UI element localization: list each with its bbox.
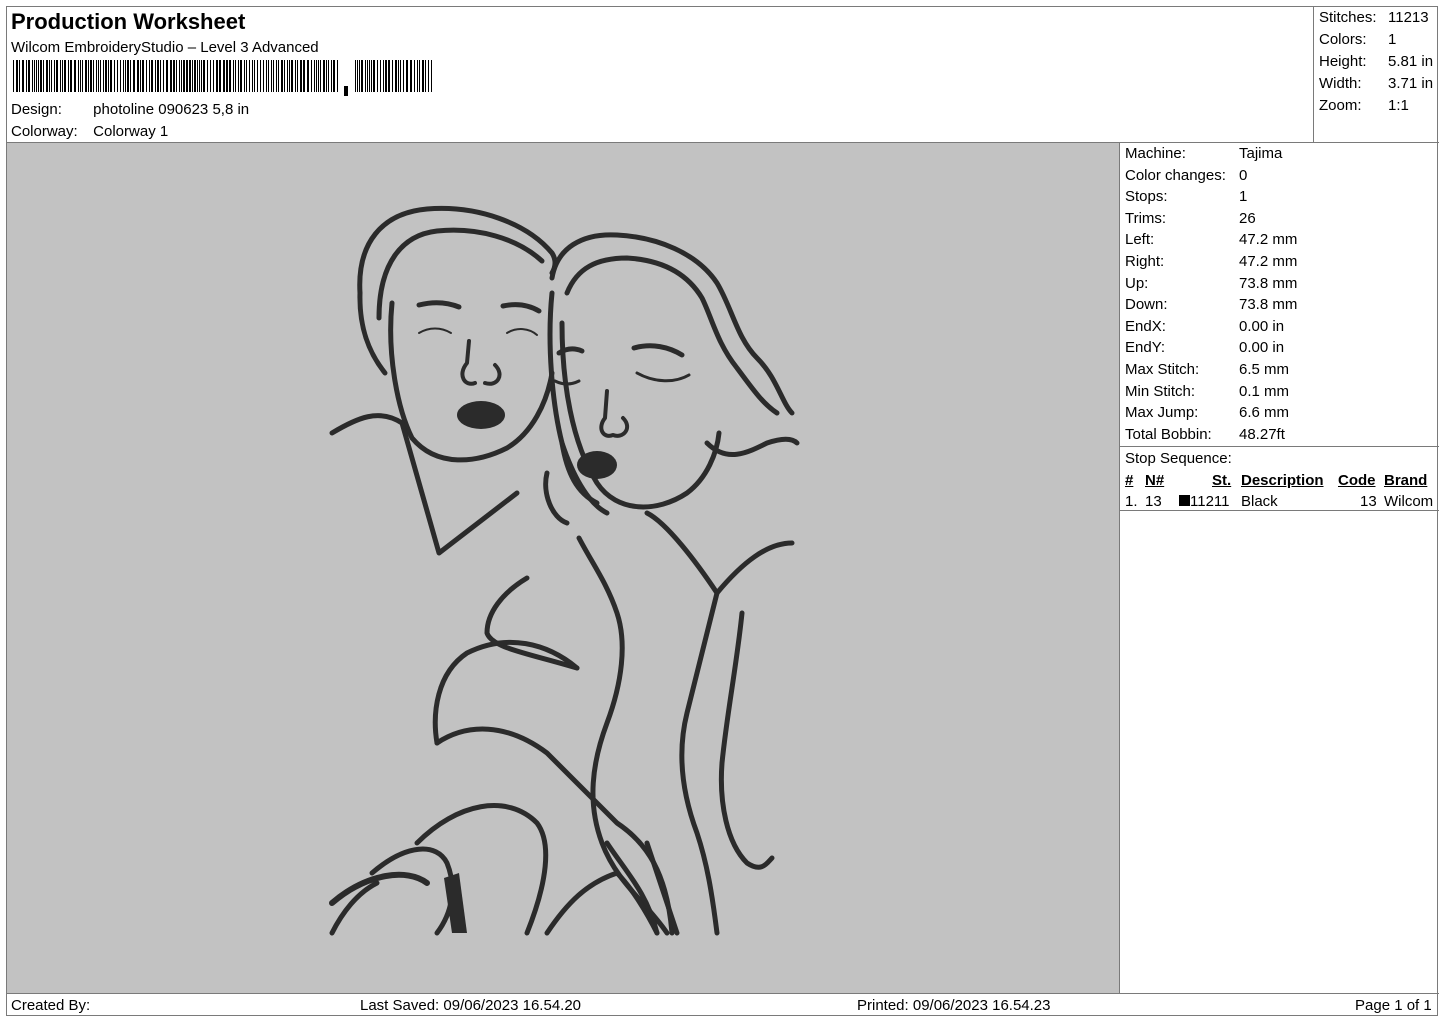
right-brow-l xyxy=(556,346,585,356)
created-by: Created By: xyxy=(11,997,91,1014)
page-title: Production Worksheet xyxy=(11,9,246,34)
worksheet-footer: Created By: Last Saved: 09/06/2023 16.54… xyxy=(7,993,1439,1017)
col-header-n: N# xyxy=(1145,472,1165,489)
summary-row: Zoom: 1:1 xyxy=(1319,97,1409,114)
colorway-value: Colorway 1 xyxy=(93,123,169,140)
left-face-outline xyxy=(388,300,555,463)
colorway-label: Colorway: xyxy=(11,123,78,140)
colorway-row: Colorway: Colorway 1 xyxy=(11,123,168,140)
row-num: 1. xyxy=(1125,493,1138,510)
row-stitches: 11211 xyxy=(1190,493,1230,510)
info-row-down: Down: 73.8 mm xyxy=(1125,296,1298,314)
left-body xyxy=(432,639,580,746)
left-brow-l xyxy=(416,300,462,310)
info-row-max-stitch: Max Stitch: 6.5 mm xyxy=(1125,361,1290,378)
machine-info-list: Machine: Tajima Color changes: 0 Stops: 1 T… xyxy=(1120,143,1439,447)
right-shoulder xyxy=(644,510,795,596)
summary-row: Stitches: 11213 xyxy=(1319,9,1429,26)
info-row-color-changes: Color changes: 0 xyxy=(1125,166,1248,184)
info-row-total-bobbin: Total Bobbin: 48.27ft xyxy=(1125,425,1285,443)
right-face-outline xyxy=(559,320,722,510)
left-arm-sleeve xyxy=(414,803,549,936)
design-preview xyxy=(7,143,1120,993)
summary-row: Colors: 1 xyxy=(1319,31,1397,48)
worksheet-header: Production Worksheet Wilcom EmbroiderySt… xyxy=(7,7,1314,143)
design-value: photoline 090623 5,8 in xyxy=(93,101,250,118)
left-arm-top xyxy=(484,575,580,671)
design-label: Design: xyxy=(11,101,62,118)
left-nose xyxy=(460,339,502,386)
right-eye-r xyxy=(635,371,691,383)
right-nose xyxy=(599,389,630,438)
production-worksheet: Production Worksheet Wilcom EmbroiderySt… xyxy=(6,6,1439,1017)
row-code: 13 xyxy=(1360,493,1377,510)
col-header-code: Code xyxy=(1338,472,1376,489)
left-hand-cuff xyxy=(329,871,430,906)
right-arm-inner xyxy=(718,610,775,870)
col-header-st: St. xyxy=(1212,472,1232,489)
right-hair-side xyxy=(547,290,610,516)
software-name: Wilcom EmbroideryStudio – Level 3 Advanc… xyxy=(11,39,319,56)
right-body-back xyxy=(576,535,670,936)
left-eye-r xyxy=(506,328,538,336)
left-cuff-block xyxy=(444,873,467,933)
right-lips xyxy=(577,451,617,479)
info-row-right: Right: 47.2 mm xyxy=(1125,253,1298,270)
stop-sequence-table: Stop Sequence: # N# St. Description Code… xyxy=(1120,447,1439,511)
summary-row: Height: 5.81 in xyxy=(1319,53,1434,70)
bottom-curve xyxy=(544,870,660,936)
design-row: Design: photoline 090623 5,8 in xyxy=(11,101,249,118)
printed-date: Printed: 09/06/2023 16.54.23 xyxy=(857,997,1051,1014)
col-header-num: # xyxy=(1125,472,1134,489)
right-arm xyxy=(679,590,720,936)
right-hair-inner xyxy=(564,255,780,416)
row-brand: Wilcom xyxy=(1384,493,1434,510)
info-row-min-stitch: Min Stitch: 0.1 mm xyxy=(1125,382,1290,400)
right-brow-r xyxy=(631,343,685,358)
info-row-up: Up: 73.8 mm xyxy=(1125,274,1298,292)
right-hair-outline xyxy=(549,232,795,416)
info-row-trims: Trims: 26 xyxy=(1125,209,1256,227)
left-shoulder xyxy=(329,413,520,556)
summary-row: Width: 3.71 in xyxy=(1319,75,1434,92)
embroidery-design-image xyxy=(329,205,800,936)
right-hair-bottom xyxy=(704,436,800,458)
left-arm-lower xyxy=(434,726,675,936)
stop-sequence-label: Stop Sequence: xyxy=(1125,450,1232,467)
design-summary: Stitches: 11213 Colors: 1 Height: 5.81 in W… xyxy=(1314,7,1439,143)
info-row-endy: EndY: 0.00 in xyxy=(1125,339,1285,357)
info-row-endx: EndX: 0.00 in xyxy=(1125,317,1285,335)
barcode xyxy=(13,60,432,96)
info-row-left: Left: 47.2 mm xyxy=(1125,231,1298,249)
col-header-description: Description xyxy=(1241,472,1324,489)
info-row-stops: Stops: 1 xyxy=(1125,188,1248,206)
last-saved: Last Saved: 09/06/2023 16.54.20 xyxy=(360,997,582,1014)
info-row-machine: Machine: Tajima xyxy=(1125,145,1283,162)
thread-color-swatch xyxy=(1179,495,1190,506)
left-brow-r xyxy=(500,302,542,314)
page-number: Page 1 of 1 xyxy=(1355,997,1432,1014)
info-row-max-jump: Max Jump: 6.6 mm xyxy=(1125,404,1290,422)
row-description: Black xyxy=(1241,493,1278,510)
row-needle: 13 xyxy=(1145,493,1162,510)
left-lips xyxy=(457,401,505,429)
left-eye-l xyxy=(418,327,452,334)
machine-info-panel: Machine: Tajima Color changes: 0 Stops: 1 T… xyxy=(1120,143,1439,993)
col-header-brand: Brand xyxy=(1384,472,1428,489)
